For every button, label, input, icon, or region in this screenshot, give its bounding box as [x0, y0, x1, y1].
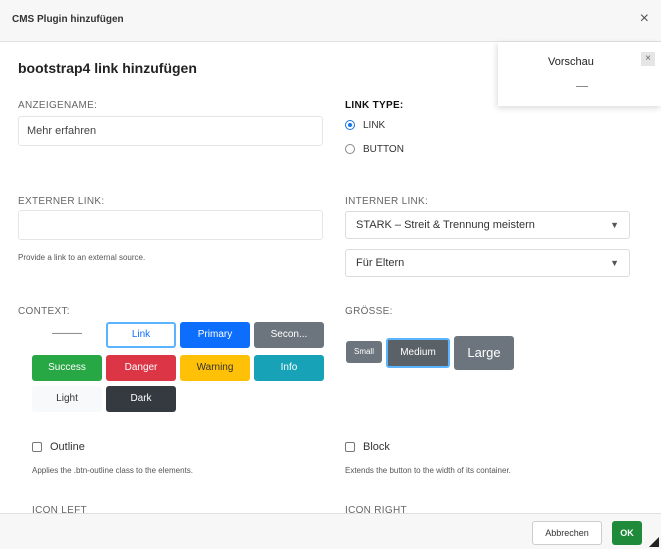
size-large-button[interactable]: Large	[454, 336, 514, 370]
link-type-label: LINK TYPE:	[345, 100, 404, 111]
checkbox-icon	[32, 442, 42, 453]
radio-button[interactable]: BUTTON	[345, 144, 404, 155]
external-link-label: EXTERNER LINK:	[18, 196, 105, 207]
block-label: Block	[363, 441, 390, 453]
internal-link-sub-select[interactable]: Für Eltern ▼	[345, 249, 630, 277]
checkbox-icon	[345, 442, 355, 453]
radio-link[interactable]: LINK	[345, 120, 385, 131]
context-warning-button[interactable]: Warning	[180, 355, 250, 381]
display-name-input[interactable]: Mehr erfahren	[18, 116, 323, 146]
outline-help: Applies the .btn-outline class to the el…	[32, 466, 193, 475]
internal-link-sub-value: Für Eltern	[356, 257, 405, 269]
block-help: Extends the button to the width of its c…	[345, 466, 511, 475]
external-link-input[interactable]	[18, 210, 323, 240]
context-link-button[interactable]: Link	[106, 322, 176, 348]
context-info-button[interactable]: Info	[254, 355, 324, 381]
block-checkbox[interactable]: Block	[345, 441, 390, 453]
context-primary-button[interactable]: Primary	[180, 322, 250, 348]
cancel-button[interactable]: Abbrechen	[532, 521, 602, 545]
preview-close-icon[interactable]: ×	[641, 52, 655, 66]
context-label: CONTEXT:	[18, 306, 70, 317]
preview-panel: Vorschau ×	[498, 42, 661, 106]
dialog-heading: bootstrap4 link hinzufügen	[18, 60, 197, 76]
display-name-label: ANZEIGENAME:	[18, 100, 98, 111]
window-titlebar: CMS Plugin hinzufügen ×	[0, 0, 661, 42]
internal-link-label: INTERNER LINK:	[345, 196, 429, 207]
preview-placeholder-line	[576, 86, 588, 87]
context-none-button[interactable]: ———	[32, 322, 102, 348]
outline-checkbox[interactable]: Outline	[32, 441, 85, 453]
context-success-button[interactable]: Success	[32, 355, 102, 381]
window-title: CMS Plugin hinzufügen	[12, 14, 124, 25]
radio-checked-icon	[345, 120, 355, 131]
outline-label: Outline	[50, 441, 85, 453]
chevron-down-icon: ▼	[610, 220, 619, 230]
radio-link-label: LINK	[363, 120, 386, 131]
ok-button[interactable]: OK	[612, 521, 642, 545]
size-medium-button[interactable]: Medium	[386, 338, 450, 368]
size-small-button[interactable]: Small	[346, 341, 382, 363]
internal-link-select[interactable]: STARK – Streit & Trennung meistern ▼	[345, 211, 630, 239]
radio-button-label: BUTTON	[363, 144, 404, 155]
external-link-help: Provide a link to an external source.	[18, 253, 146, 262]
chevron-down-icon: ▼	[610, 258, 619, 268]
internal-link-value: STARK – Streit & Trennung meistern	[356, 219, 535, 231]
context-secondary-button[interactable]: Secon...	[254, 322, 324, 348]
preview-label: Vorschau	[548, 56, 594, 68]
size-label: GRÖSSE:	[345, 306, 393, 317]
context-danger-button[interactable]: Danger	[106, 355, 176, 381]
resize-handle-icon[interactable]	[649, 537, 659, 547]
close-icon[interactable]: ×	[640, 11, 649, 27]
radio-unchecked-icon	[345, 144, 355, 155]
context-light-button[interactable]: Light	[32, 386, 102, 412]
dialog-footer: Abbrechen OK	[0, 513, 661, 549]
context-dark-button[interactable]: Dark	[106, 386, 176, 412]
